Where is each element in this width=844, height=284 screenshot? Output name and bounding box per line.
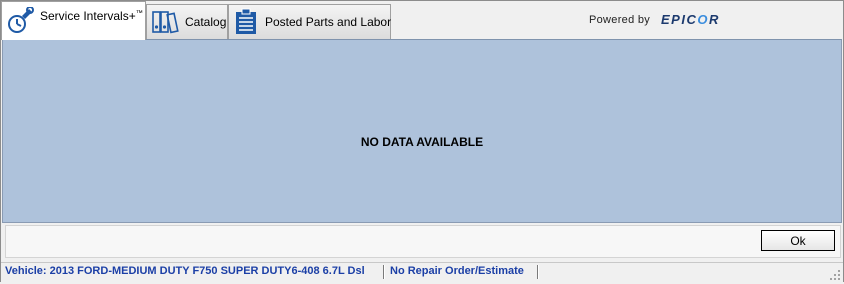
tab-service-intervals[interactable]: Service Intervals+™ bbox=[1, 1, 146, 40]
epicor-logo: EPICOR bbox=[661, 12, 720, 27]
tab-strip: Service Intervals+™ Catalog Posted Parts… bbox=[1, 1, 843, 40]
tab-catalog[interactable]: Catalog bbox=[146, 4, 228, 39]
powered-by-text: Powered by bbox=[589, 14, 651, 26]
repair-order-status: No Repair Order/Estimate bbox=[390, 265, 524, 277]
status-separator bbox=[383, 265, 385, 279]
status-bar: Vehicle: 2013 FORD-MEDIUM DUTY F750 SUPE… bbox=[1, 262, 843, 282]
vehicle-status: Vehicle: 2013 FORD-MEDIUM DUTY F750 SUPE… bbox=[5, 265, 365, 277]
clipboard-list-icon bbox=[233, 8, 259, 36]
status-separator bbox=[537, 265, 539, 279]
content-panel: NO DATA AVAILABLE bbox=[2, 39, 842, 223]
binders-icon bbox=[151, 8, 179, 36]
tab-catalog-label: Catalog bbox=[185, 15, 227, 29]
wrench-clock-icon bbox=[6, 7, 34, 35]
window-frame: Service Intervals+™ Catalog Posted Parts… bbox=[0, 0, 844, 282]
resize-grip-icon[interactable] bbox=[829, 269, 841, 281]
ok-button[interactable]: Ok bbox=[761, 230, 835, 251]
tab-posted-parts-label: Posted Parts and Labor bbox=[265, 15, 392, 29]
tab-service-intervals-label: Service Intervals+™ bbox=[40, 9, 143, 23]
tab-posted-parts-and-labor[interactable]: Posted Parts and Labor bbox=[228, 4, 391, 39]
no-data-message: NO DATA AVAILABLE bbox=[360, 135, 484, 149]
button-bar: Ok bbox=[5, 225, 841, 258]
